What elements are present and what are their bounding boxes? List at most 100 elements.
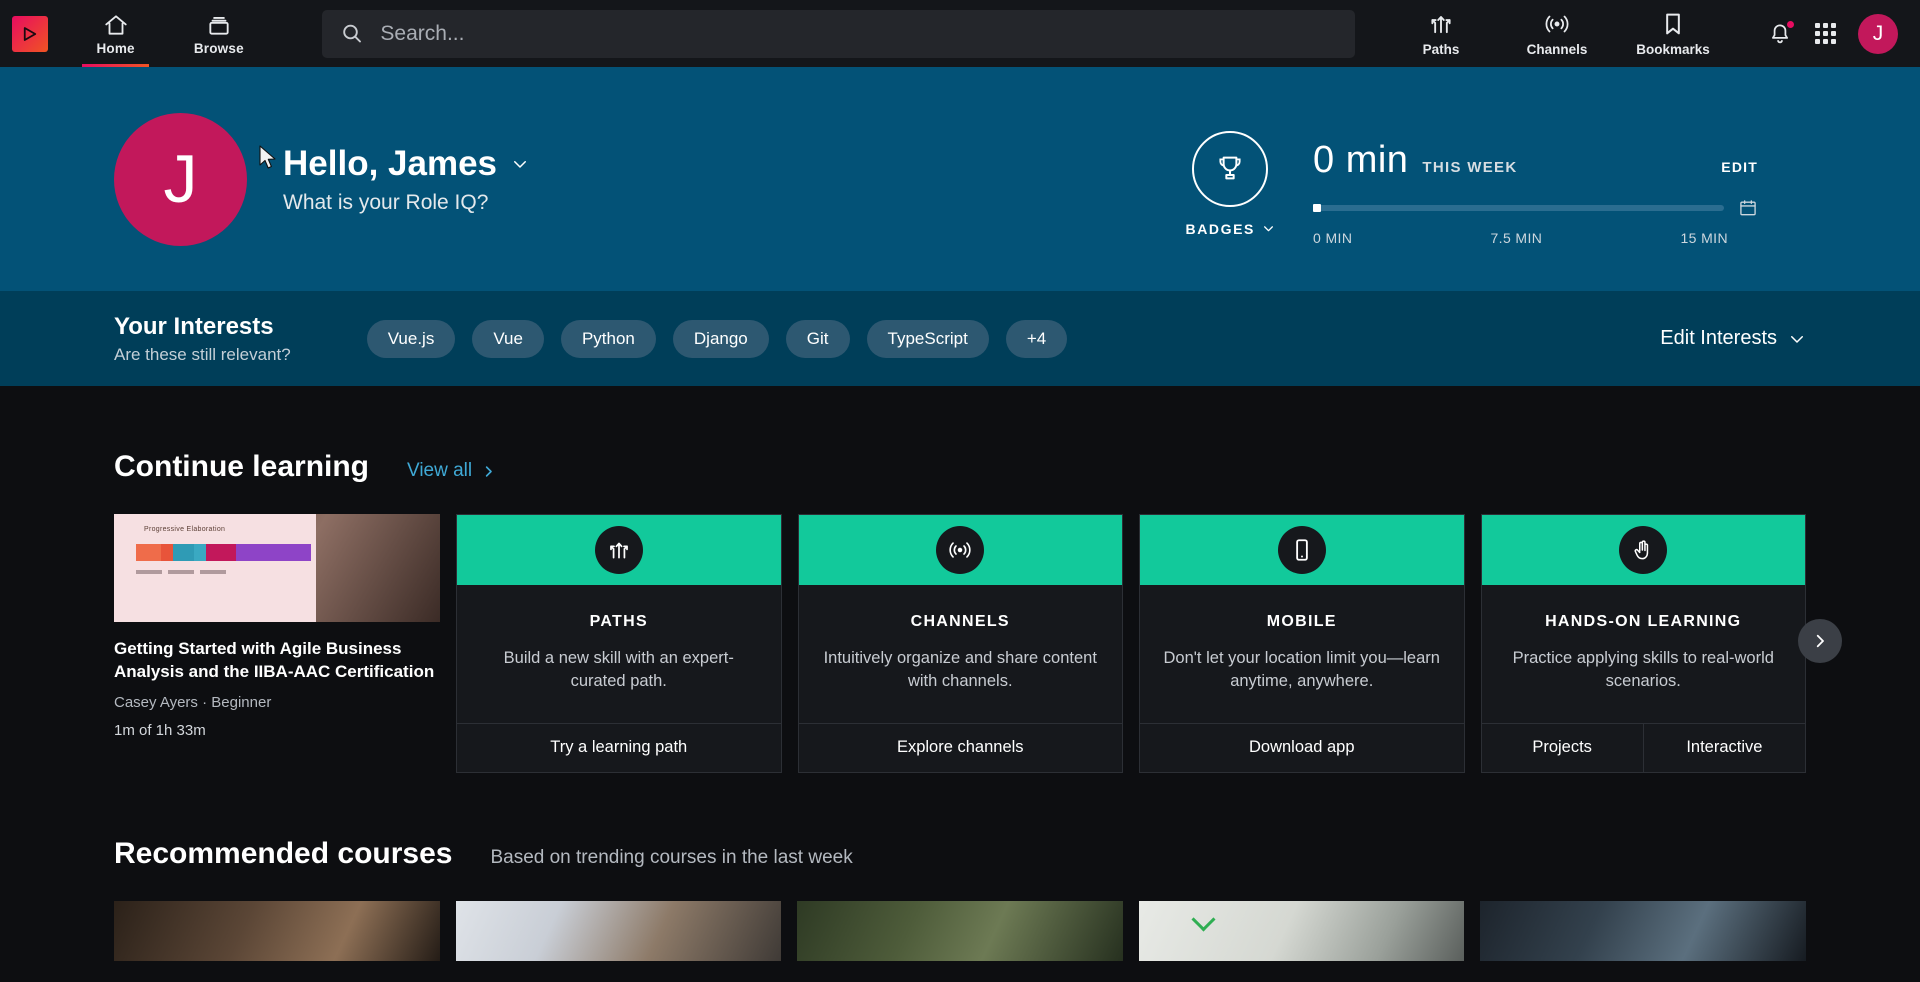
edit-goal-button[interactable]: EDIT [1721, 159, 1758, 175]
continue-learning-header: Continue learning View all [114, 386, 1806, 484]
download-app-button[interactable]: Download app [1140, 724, 1464, 772]
main-content: Continue learning View all Progressive E… [0, 386, 1920, 961]
recommended-card[interactable] [797, 900, 1123, 961]
nav-item-browse-label: Browse [193, 40, 244, 56]
course-title: Getting Started with Agile Business Anal… [114, 639, 435, 681]
calendar-icon[interactable] [1738, 198, 1758, 218]
carousel-next-button[interactable] [1798, 619, 1842, 663]
course-level: Beginner [211, 694, 272, 712]
feature-card-actions: Explore channels [798, 722, 1123, 772]
weekly-progress-bar [1313, 203, 1724, 212]
search-bar[interactable] [322, 9, 1356, 58]
interest-chip[interactable]: Python [560, 319, 656, 358]
feature-card-title: HANDS-ON LEARNING [1545, 613, 1742, 630]
view-all-button[interactable]: View all [407, 460, 496, 482]
feature-card-actions: Download app [1140, 722, 1464, 772]
feature-card-description: Don't let your location limit you—learn … [1163, 649, 1440, 690]
home-icon [104, 14, 127, 35]
role-iq-link[interactable]: What is your Role IQ? [283, 191, 529, 215]
feature-card-description: Build a new skill with an expert-curated… [503, 649, 734, 690]
nav-item-home[interactable]: Home [64, 0, 167, 67]
utility-bookmarks-label: Bookmarks [1636, 42, 1710, 57]
utility-bookmarks[interactable]: Bookmarks [1619, 10, 1727, 57]
notification-badge-dot [1787, 20, 1795, 28]
hero-banner: J Hello, James What is your Role IQ? BAD… [0, 67, 1920, 291]
thumb-gantt-graphic [136, 544, 311, 561]
nav-item-browse[interactable]: Browse [167, 0, 270, 67]
thumb-caption: Progressive Elaboration [144, 526, 226, 533]
interest-chip[interactable]: Vue.js [366, 319, 456, 358]
paths-icon [594, 526, 643, 574]
header-right-cluster: J [1767, 13, 1899, 54]
paths-icon [1431, 16, 1451, 34]
feature-card-banner [1481, 515, 1805, 585]
feature-card-hands-on[interactable]: HANDS-ON LEARNING Practice applying skil… [1480, 514, 1806, 773]
course-progress: 1m of 1h 33m [114, 722, 206, 740]
projects-button[interactable]: Projects [1482, 724, 1643, 772]
recommended-subtitle: Based on trending courses in the last we… [490, 846, 853, 868]
feature-card-banner [1140, 515, 1464, 585]
interest-chip[interactable]: Django [672, 319, 769, 358]
page-title: Hello, James [283, 143, 497, 183]
recommended-header: Recommended courses Based on trending co… [114, 773, 1806, 871]
hero-avatar[interactable]: J [114, 112, 247, 246]
try-learning-path-button[interactable]: Try a learning path [457, 724, 781, 772]
greeting-dropdown[interactable]: Hello, James [283, 144, 529, 184]
grid-apps-icon[interactable] [1815, 23, 1837, 44]
top-header: Home Browse Paths [0, 0, 1920, 67]
continue-learning-title: Continue learning [114, 450, 369, 483]
search-input[interactable] [380, 21, 1338, 46]
weekly-goal-stats: 0 min THIS WEEK EDIT 0 MIN 7.5 MIN 15 MI… [1313, 131, 1758, 246]
hands-on-icon [1619, 526, 1668, 574]
interactive-button[interactable]: Interactive [1642, 723, 1805, 772]
recommended-title: Recommended courses [114, 836, 453, 870]
pluralsight-logo[interactable] [12, 15, 48, 52]
interest-chip[interactable]: Git [785, 319, 850, 358]
mouse-cursor [259, 145, 276, 169]
feature-card-channels[interactable]: CHANNELS Intuitively organize and share … [797, 514, 1123, 773]
feature-card-banner [457, 515, 781, 585]
feature-card-actions: Try a learning path [457, 722, 781, 772]
utility-channels[interactable]: Channels [1503, 10, 1611, 57]
recommended-card[interactable] [114, 900, 440, 961]
edit-interests-button[interactable]: Edit Interests [1660, 327, 1806, 350]
feature-card-title: PATHS [589, 613, 648, 630]
feature-card-mobile[interactable]: MOBILE Don't let your location limit you… [1139, 514, 1465, 773]
stats-header-row: 0 min THIS WEEK EDIT [1313, 139, 1758, 182]
feature-card-body: PATHS Build a new skill with an expert-c… [457, 585, 781, 723]
chevron-right-icon [485, 465, 492, 477]
utility-paths[interactable]: Paths [1387, 10, 1495, 57]
bookmark-icon [1666, 13, 1680, 35]
utility-paths-label: Paths [1422, 42, 1460, 57]
chevron-down-icon [1264, 226, 1273, 232]
interest-chip[interactable]: TypeScript [866, 319, 989, 358]
badges-label-row: BADGES [1186, 221, 1276, 237]
interest-chip-more[interactable]: +4 [1005, 319, 1068, 358]
progress-axis-labels: 0 MIN 7.5 MIN 15 MIN [1313, 230, 1758, 246]
badges-button[interactable]: BADGES [1186, 130, 1276, 237]
nav-item-home-label: Home [96, 40, 135, 56]
feature-card-description: Practice applying skills to real-world s… [1512, 649, 1774, 690]
recommended-card[interactable] [455, 900, 782, 961]
search-icon [343, 24, 362, 43]
progress-row [1313, 198, 1758, 218]
badge-circle [1192, 130, 1269, 207]
explore-channels-button[interactable]: Explore channels [799, 724, 1123, 772]
axis-tick-1: 7.5 MIN [1490, 229, 1543, 246]
badges-label: BADGES [1185, 220, 1255, 237]
recommended-row [114, 900, 1806, 961]
course-author: Casey Ayers [114, 694, 198, 712]
continue-course-card[interactable]: Progressive Elaboration Getting Started … [114, 514, 440, 773]
meta-separator: · [202, 694, 208, 712]
stats-period-label: THIS WEEK [1422, 158, 1518, 176]
avatar[interactable]: J [1858, 13, 1899, 54]
recommended-card[interactable] [1480, 900, 1806, 961]
notifications-button[interactable] [1767, 20, 1795, 47]
recommended-card[interactable] [1138, 900, 1465, 961]
interest-chip[interactable]: Vue [472, 319, 544, 358]
interest-chip-list: Vue.js Vue Python Django Git TypeScript … [366, 319, 1068, 358]
feature-card-paths[interactable]: PATHS Build a new skill with an expert-c… [456, 514, 782, 773]
feature-card-body: HANDS-ON LEARNING Practice applying skil… [1482, 585, 1806, 723]
channels-icon [936, 526, 985, 574]
feature-card-description: Intuitively organize and share content w… [823, 649, 1097, 690]
